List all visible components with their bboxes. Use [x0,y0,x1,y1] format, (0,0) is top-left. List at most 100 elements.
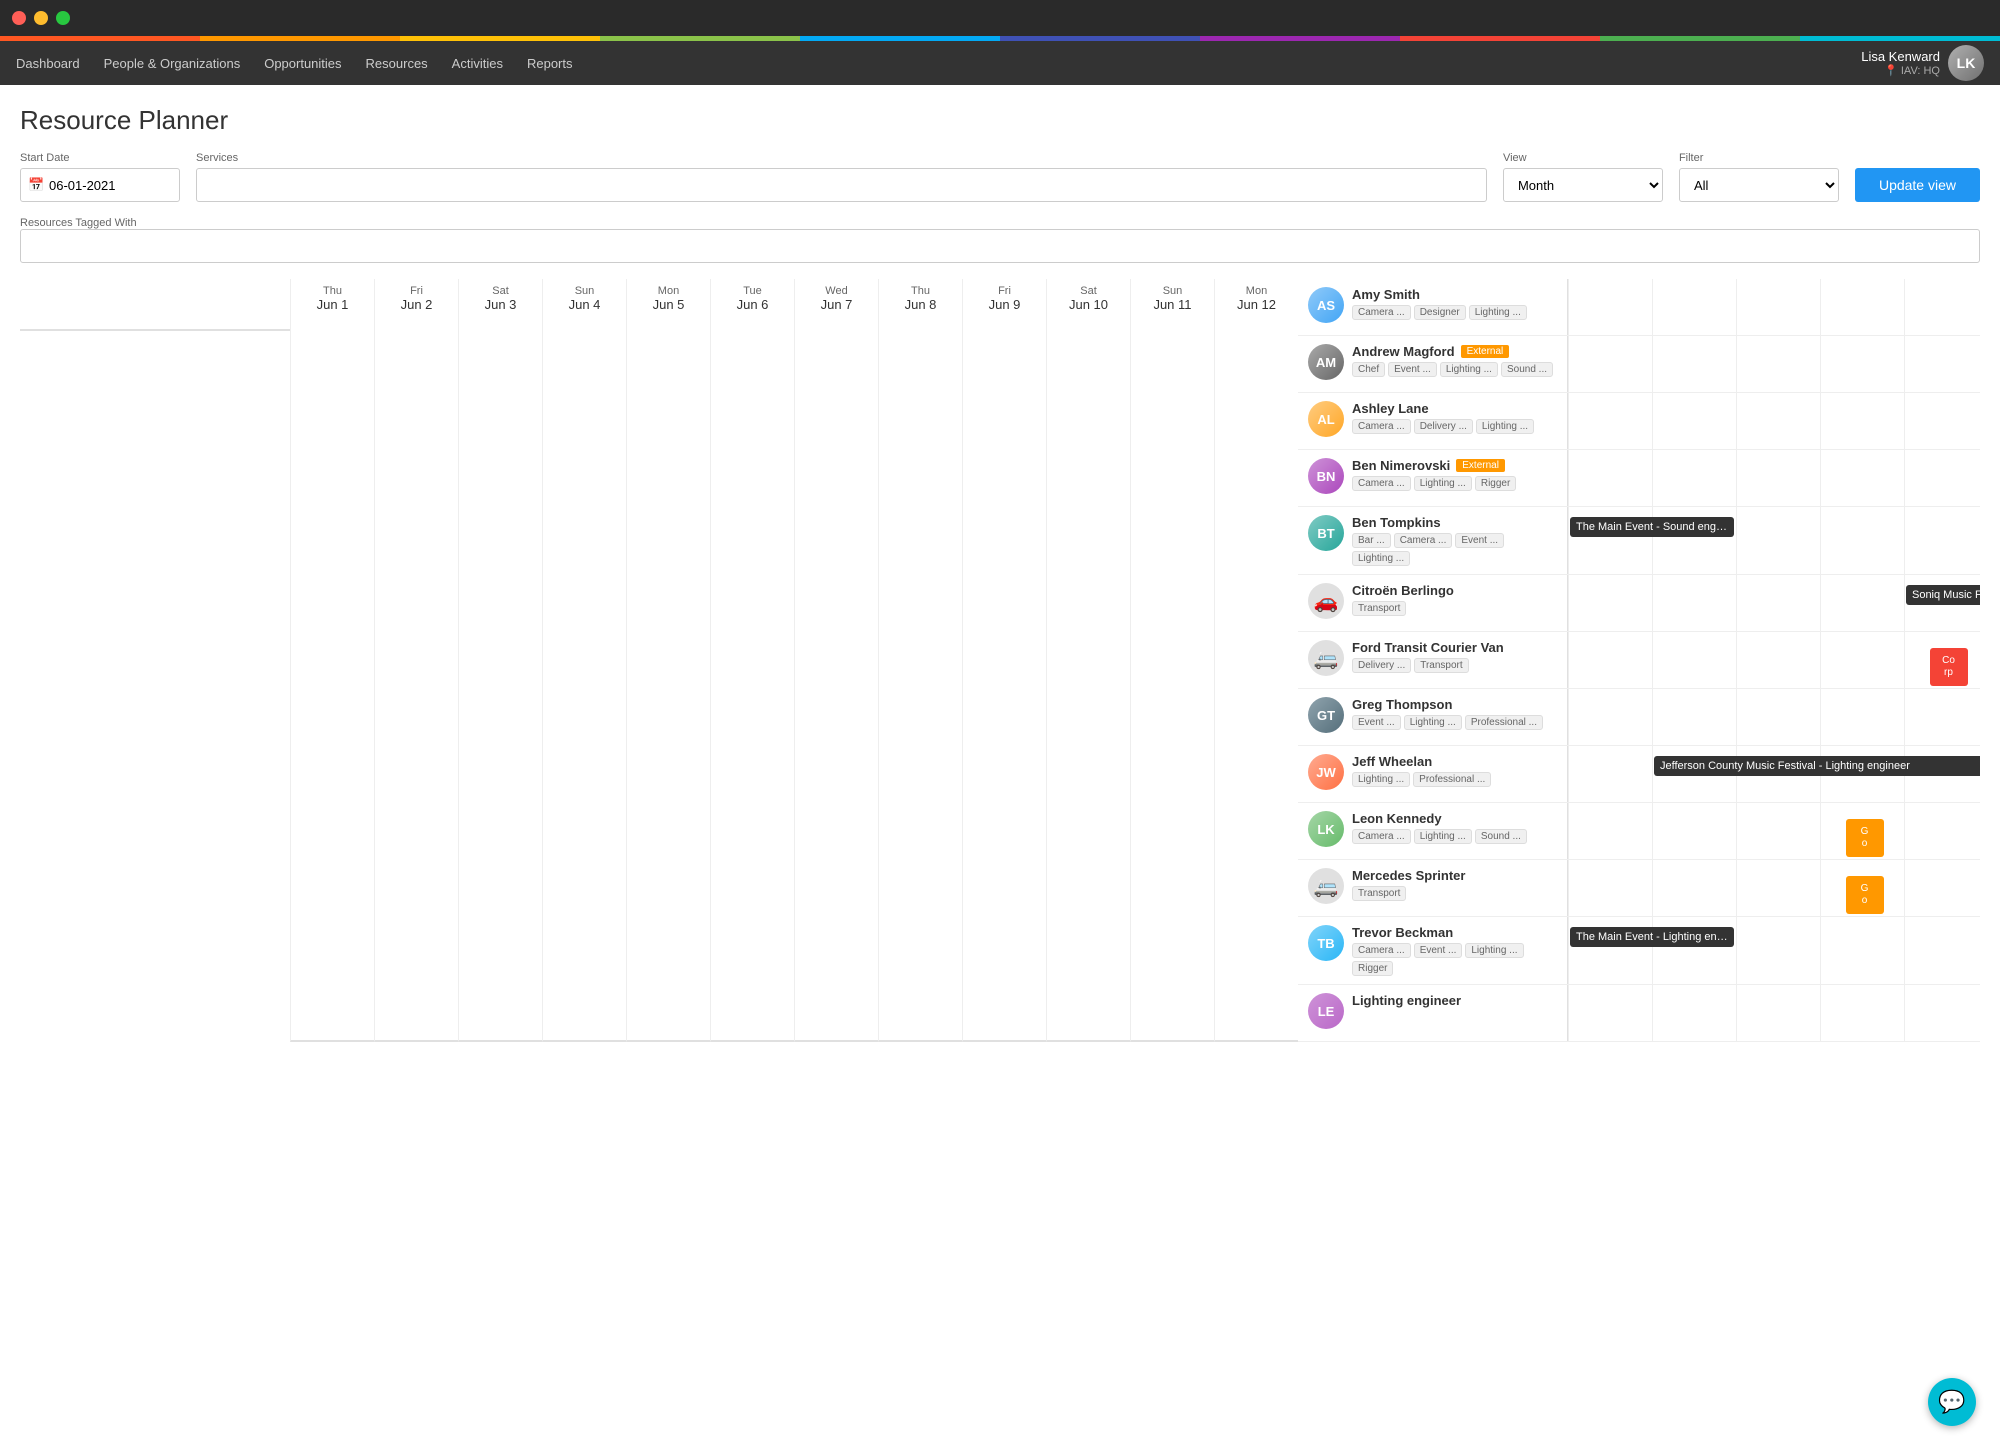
nav-links: Dashboard People & Organizations Opportuni… [16,52,573,75]
day-cell [1904,860,1980,916]
nav-link-activities[interactable]: Activities [452,52,503,75]
resource-avatar: JW [1308,754,1344,790]
tag: Camera ... [1394,533,1453,548]
resource-name: Greg Thompson [1352,697,1557,712]
nav-link-resources[interactable]: Resources [366,52,428,75]
filter-select[interactable]: AllAvailableUnavailable [1679,168,1839,202]
avatar: LK [1948,45,1984,81]
resource-avatar: 🚐 [1308,640,1344,676]
day-cell [1736,917,1820,984]
vehicle-icon: 🚐 [1308,868,1344,904]
calendar-event[interactable]: Soniq Music Festival - [1906,585,1980,605]
day-num: Jun 9 [967,297,1042,312]
resource-details: Citroën BerlingoTransport [1352,583,1557,616]
day-cell [1652,450,1736,506]
day-cell [1568,803,1652,859]
resource-info: 🚐Ford Transit Courier VanDelivery ...Tra… [1298,632,1568,688]
calendar-event[interactable]: Go [1846,876,1884,914]
day-cell [1820,507,1904,574]
tag: Camera ... [1352,419,1411,434]
nav-link-dashboard[interactable]: Dashboard [16,52,80,75]
resource-details: Trevor BeckmanCamera ...Event ...Lightin… [1352,925,1557,976]
day-name: Fri [967,285,1042,297]
location-icon: 📍 [1884,65,1898,77]
calendar-event[interactable]: Corp [1930,648,1968,686]
external-badge: External [1456,459,1505,472]
view-group: View MonthWeekDay [1503,152,1663,202]
calendar-event[interactable]: Go [1846,819,1884,857]
calendar-event[interactable]: Jefferson County Music Festival - Lighti… [1654,756,1980,776]
day-header: SatJun 10 [1046,279,1130,1042]
day-cell [1652,985,1736,1041]
resource-name: Ben Tompkins [1352,515,1557,530]
day-cell: Corp [1904,632,1980,688]
tag: Rigger [1352,961,1393,976]
nav-link-opportunities[interactable]: Opportunities [264,52,341,75]
resource-avatar: 🚐 [1308,868,1344,904]
avatar-initials: TB [1308,925,1344,961]
resource-info: TBTrevor BeckmanCamera ...Event ...Light… [1298,917,1568,984]
day-header: SatJun 3 [458,279,542,1042]
resource-row: JWJeff WheelanLighting ...Professional .… [1298,746,1980,803]
nav-link-people---organizations[interactable]: People & Organizations [104,52,241,75]
maximize-btn[interactable] [56,11,70,25]
resource-info: ALAshley LaneCamera ...Delivery ...Light… [1298,393,1568,449]
tag: Lighting ... [1414,829,1472,844]
day-cells: Soniq Music Festival - [1568,575,1980,631]
day-headers: ThuJun 1FriJun 2SatJun 3SunJun 4MonJun 5… [290,279,1298,1042]
resource-tags: Transport [1352,886,1557,901]
tag: Camera ... [1352,943,1411,958]
day-cell [1652,393,1736,449]
resources-tagged-input[interactable] [20,229,1980,263]
resource-details: Andrew MagfordExternalChefEvent ...Light… [1352,344,1557,377]
day-cell [1904,689,1980,745]
resource-row: ALAshley LaneCamera ...Delivery ...Light… [1298,393,1980,450]
calendar-event[interactable]: The Main Event - Lighting engineer [1570,927,1734,947]
day-header: SunJun 11 [1130,279,1214,1042]
tag: Transport [1352,886,1406,901]
resource-name: Andrew MagfordExternal [1352,344,1557,359]
chat-button[interactable]: 💬 [1928,1378,1976,1426]
day-cell [1736,689,1820,745]
day-cell [1904,803,1980,859]
resource-info: JWJeff WheelanLighting ...Professional .… [1298,746,1568,802]
calendar-event[interactable]: The Main Event - Sound engineer [1570,517,1734,537]
day-cell [1568,336,1652,392]
resource-info: BNBen NimerovskiExternalCamera ...Lighti… [1298,450,1568,506]
resource-info: GTGreg ThompsonEvent ...Lighting ...Prof… [1298,689,1568,745]
tag: Camera ... [1352,476,1411,491]
day-num: Jun 6 [715,297,790,312]
day-name: Fri [379,285,454,297]
update-view-button[interactable]: Update view [1855,168,1980,202]
day-name: Mon [1219,285,1294,297]
resource-info: LKLeon KennedyCamera ...Lighting ...Soun… [1298,803,1568,859]
tag: Event ... [1414,943,1463,958]
day-cell [1568,575,1652,631]
close-btn[interactable] [12,11,26,25]
day-header: WedJun 7 [794,279,878,1042]
day-header: FriJun 9 [962,279,1046,1042]
page-title: Resource Planner [20,105,1980,136]
services-input[interactable] [196,168,1487,202]
day-num: Jun 1 [295,297,370,312]
day-cell [1568,632,1652,688]
resource-info: LELighting engineer [1298,985,1568,1041]
resource-info: ASAmy SmithCamera ...DesignerLighting ..… [1298,279,1568,335]
nav-link-reports[interactable]: Reports [527,52,573,75]
tag: Delivery ... [1352,658,1411,673]
day-cells: Soniq Music Festival - Lighting [1568,985,1980,1041]
view-select[interactable]: MonthWeekDay [1503,168,1663,202]
day-header: FriJun 2 [374,279,458,1042]
day-num: Jun 4 [547,297,622,312]
tag: Transport [1352,601,1406,616]
chat-icon: 💬 [1938,1389,1965,1415]
day-name: Sat [463,285,538,297]
resource-info: BTBen TompkinsBar ...Camera ...Event ...… [1298,507,1568,574]
resource-info: AMAndrew MagfordExternalChefEvent ...Lig… [1298,336,1568,392]
resource-avatar: LK [1308,811,1344,847]
resource-row: 🚐Ford Transit Courier VanDelivery ...Tra… [1298,632,1980,689]
day-cells: The Main Event - Lighting engineerCorpor… [1568,917,1980,984]
avatar-initials: JW [1308,754,1344,790]
day-name: Thu [883,285,958,297]
minimize-btn[interactable] [34,11,48,25]
